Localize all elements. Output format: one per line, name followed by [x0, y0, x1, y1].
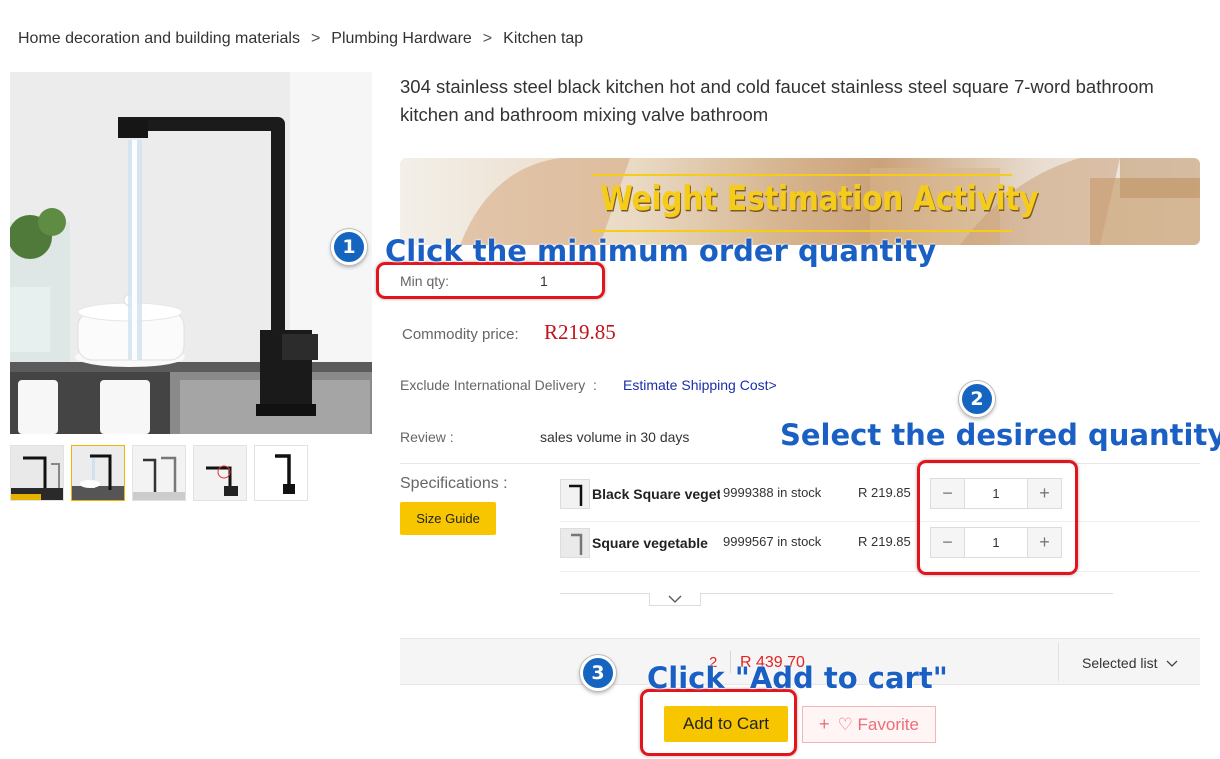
annotation-step-2: Select the desired quantity	[780, 418, 1220, 452]
banner-divider	[592, 230, 1012, 232]
breadcrumb-item-plumbing-hardware[interactable]: Plumbing Hardware	[331, 30, 472, 48]
product-main-image[interactable]	[10, 72, 372, 434]
delivery-label: Exclude International Delivery :	[400, 377, 597, 393]
expand-specs-button[interactable]	[649, 593, 701, 606]
thumbnail-image	[133, 446, 185, 500]
divider	[560, 593, 1113, 594]
product-title: 304 stainless steel black kitchen hot an…	[400, 76, 1154, 125]
min-qty-value[interactable]: 1	[540, 273, 548, 289]
favorite-label: ♡ Favorite	[837, 714, 919, 734]
spec-thumbnail	[560, 479, 590, 509]
faucet-icon	[569, 484, 583, 506]
annotation-step-1: Click the minimum order quantity	[385, 234, 937, 268]
banner-divider	[592, 174, 1012, 176]
sales-volume-label: sales volume in 30 days	[540, 429, 690, 445]
banner-title: Weight Estimation Activity	[600, 179, 1039, 220]
spec-stock: 9999567 in stock	[723, 534, 822, 549]
add-to-cart-button[interactable]: Add to Cart	[664, 706, 788, 742]
spec-row: Square vegetable 9999567 in stock R 219.…	[560, 518, 1200, 567]
thumbnail-4[interactable]	[193, 445, 247, 501]
quantity-stepper: − 1 +	[930, 478, 1062, 509]
thumbnail-image	[72, 446, 124, 500]
faucet-icon	[561, 529, 589, 557]
step-badge-2: 2	[959, 381, 995, 417]
spec-thumbnail	[560, 528, 590, 558]
selected-list-label: Selected list	[1082, 655, 1158, 671]
thumbnail-strip	[10, 445, 308, 501]
review-label: Review :	[400, 429, 454, 445]
spec-name: Black Square vegetable	[592, 486, 720, 502]
thumbnail-image	[11, 446, 63, 500]
thumbnail-image	[255, 446, 307, 500]
breadcrumb-item-home-decoration[interactable]: Home decoration and building materials	[18, 30, 300, 48]
breadcrumb: Home decoration and building materials >…	[18, 30, 583, 48]
thumbnail-1[interactable]	[10, 445, 64, 501]
price-label: Commodity price:	[402, 326, 519, 343]
thumbnail-5[interactable]	[254, 445, 308, 501]
chevron-right-icon: >	[482, 30, 493, 47]
divider	[560, 571, 1200, 572]
divider	[400, 463, 1200, 464]
minus-icon[interactable]: −	[931, 528, 965, 557]
specifications-label: Specifications :	[400, 475, 508, 492]
selected-list-toggle[interactable]: Selected list	[1082, 655, 1178, 671]
breadcrumb-item-kitchen-tap[interactable]: Kitchen tap	[503, 30, 583, 48]
promo-banner[interactable]: Weight Estimation Activity	[400, 158, 1200, 245]
spec-price: R 219.85	[858, 485, 911, 500]
min-qty-label: Min qty:	[400, 273, 450, 289]
thumbnail-3[interactable]	[132, 445, 186, 501]
step-badge-1: 1	[331, 229, 367, 265]
faucet-photo	[10, 72, 372, 434]
plus-icon[interactable]: +	[1027, 528, 1061, 557]
minus-icon[interactable]: −	[931, 479, 965, 508]
commodity-price: R219.85	[544, 320, 616, 344]
annotation-step-3: Click "Add to cart"	[647, 661, 948, 695]
quantity-input[interactable]: 1	[965, 479, 1027, 508]
favorite-button[interactable]: + ♡ Favorite	[802, 706, 936, 743]
spec-stock: 9999388 in stock	[723, 485, 822, 500]
plus-icon: +	[819, 714, 830, 734]
plus-icon[interactable]: +	[1027, 479, 1061, 508]
thumbnail-image	[194, 446, 246, 500]
chevron-down-icon	[1166, 660, 1178, 667]
spec-name: Square vegetable	[592, 535, 708, 551]
thumbnail-2-active[interactable]	[71, 445, 125, 501]
chevron-down-icon	[668, 595, 682, 603]
quantity-stepper: − 1 +	[930, 527, 1062, 558]
step-badge-3: 3	[580, 655, 616, 691]
size-guide-button[interactable]: Size Guide	[400, 502, 496, 535]
estimate-shipping-link[interactable]: Estimate Shipping Cost>	[623, 377, 777, 393]
divider	[1058, 643, 1059, 681]
quantity-input[interactable]: 1	[965, 528, 1027, 557]
spec-row: Black Square vegetable 9999388 in stock …	[560, 469, 1200, 518]
spec-price: R 219.85	[858, 534, 911, 549]
chevron-right-icon: >	[310, 30, 321, 47]
